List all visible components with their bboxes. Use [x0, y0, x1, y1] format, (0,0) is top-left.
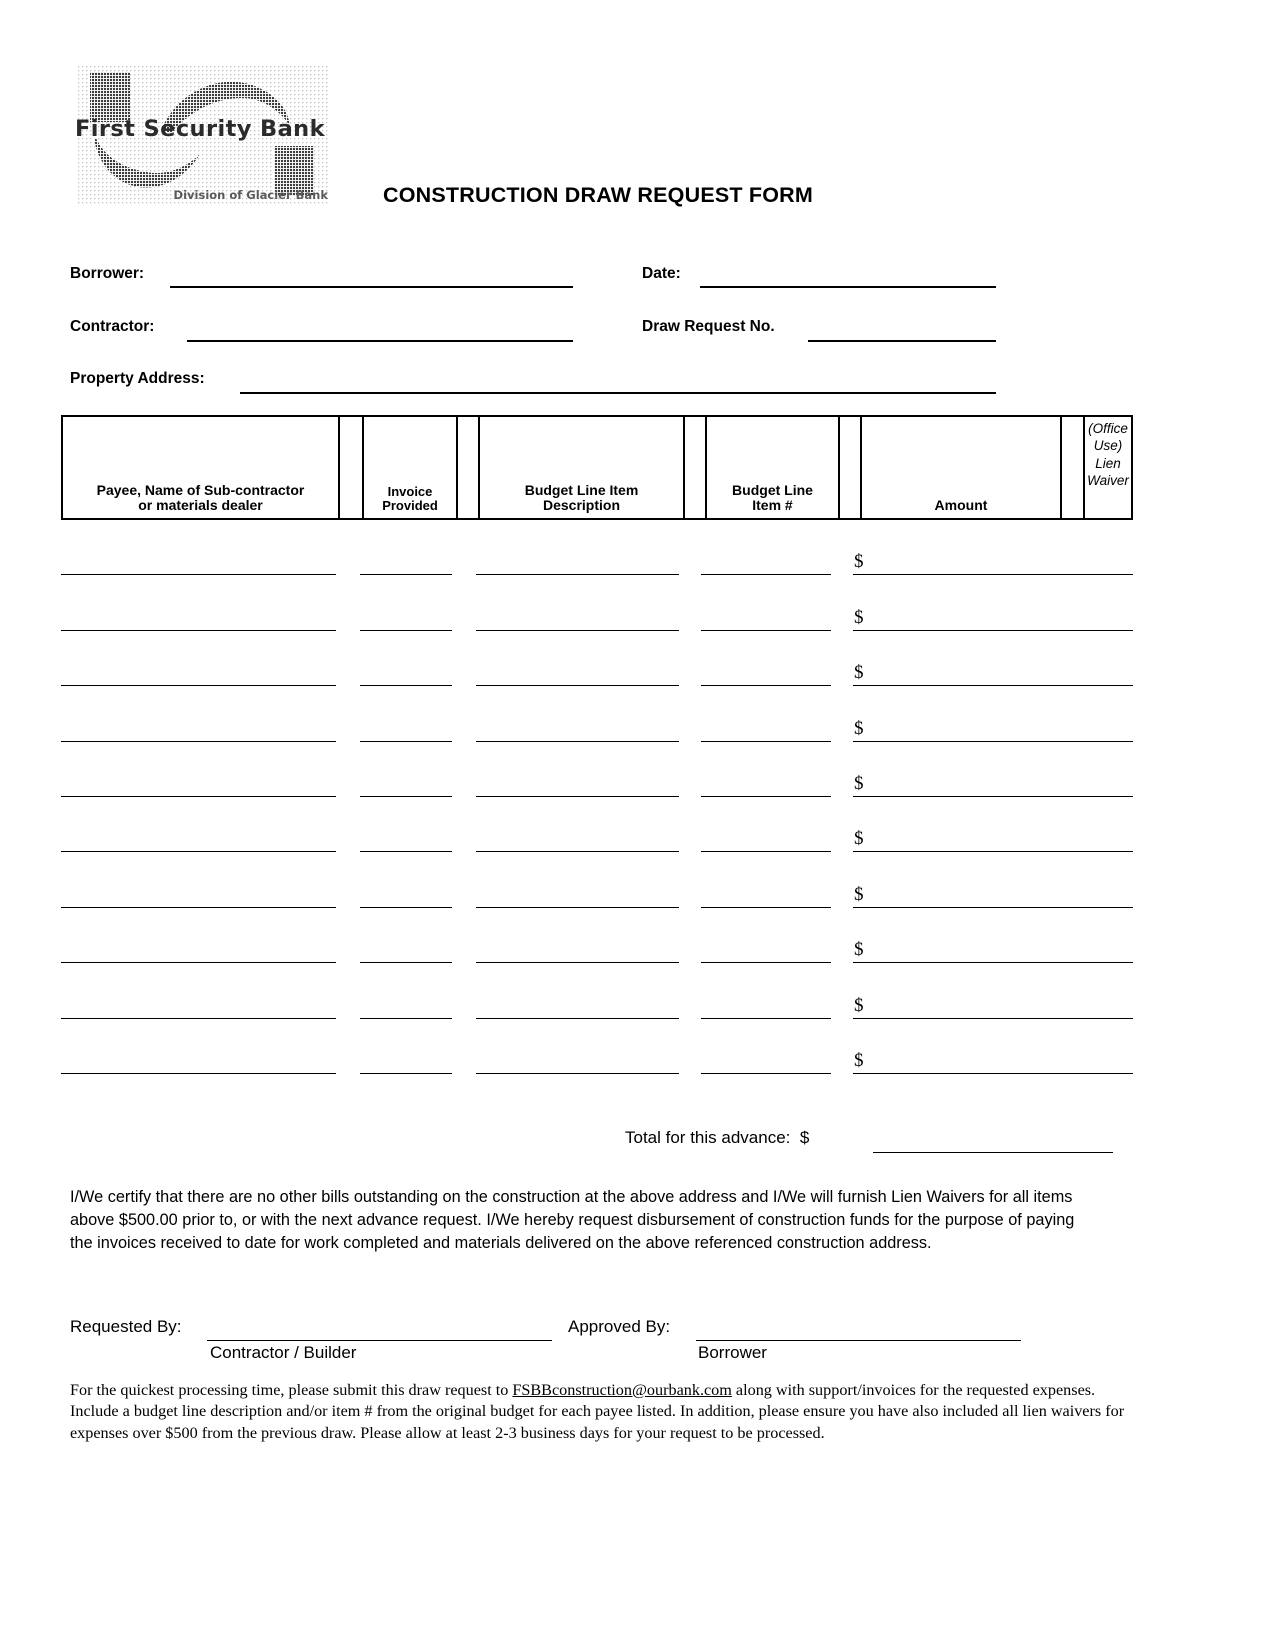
- logo-tagline: Division of Glacier Bank: [173, 188, 328, 202]
- th-spacer-2: [458, 417, 480, 518]
- table-row: $: [61, 852, 1133, 908]
- th-itemno-line1: Budget Line: [732, 481, 813, 498]
- th-spacer-1: [340, 417, 364, 518]
- total-amount-input[interactable]: [873, 1152, 1113, 1153]
- row-currency-symbol: $: [854, 772, 864, 794]
- row-lienwaiver-input[interactable]: [1049, 1072, 1133, 1074]
- row-description-input[interactable]: [476, 1072, 679, 1074]
- th-payee-line2: or materials dealer: [138, 497, 263, 514]
- requested-by-input[interactable]: [207, 1340, 552, 1341]
- draw-request-no-input[interactable]: [808, 340, 996, 342]
- total-label-text: Total for this advance:: [625, 1128, 791, 1147]
- submission-email[interactable]: FSBBconstruction@ourbank.com: [512, 1381, 732, 1399]
- requested-by-label: Requested By:: [70, 1317, 182, 1336]
- th-amount-label: Amount: [934, 497, 988, 514]
- th-desc-line2: Description: [542, 497, 620, 514]
- th-invoice-provided: Invoice Provided: [364, 417, 458, 518]
- row-currency-symbol: $: [854, 828, 864, 850]
- th-budget-line-item-description: Budget Line Item Description: [480, 417, 685, 518]
- certification-paragraph: I/We certify that there are no other bil…: [70, 1188, 1075, 1252]
- table-row: $: [61, 1019, 1133, 1074]
- th-payee-line1: Payee, Name of Sub-contractor: [96, 481, 305, 498]
- row-currency-symbol: $: [854, 994, 864, 1016]
- table-row: $: [61, 575, 1133, 631]
- table-row: $: [61, 797, 1133, 853]
- row-invoice-input[interactable]: [360, 1072, 452, 1074]
- row-amount-input[interactable]: [853, 1072, 1051, 1074]
- date-input[interactable]: [700, 286, 996, 288]
- total-currency-symbol: $: [799, 1128, 810, 1147]
- table-row: $: [61, 520, 1133, 576]
- th-spacer-5: [1062, 417, 1085, 518]
- th-invoice-line2: Provided: [382, 498, 438, 514]
- row-currency-symbol: $: [854, 662, 864, 684]
- th-office-line3: Lien: [1095, 455, 1121, 471]
- th-lien-waiver: (Office Use) Lien Waiver: [1085, 417, 1131, 518]
- th-amount: Amount: [862, 417, 1062, 518]
- th-desc-line1: Budget Line Item: [524, 481, 639, 498]
- th-budget-line-item-number: Budget Line Item #: [707, 417, 840, 518]
- draw-request-no-label: Draw Request No.: [642, 318, 775, 335]
- row-currency-symbol: $: [854, 551, 864, 573]
- page-title: CONSTRUCTION DRAW REQUEST FORM: [383, 183, 814, 207]
- approved-by-caption: Borrower: [698, 1343, 767, 1362]
- requested-by-caption: Contractor / Builder: [210, 1343, 357, 1362]
- approved-by-input[interactable]: [696, 1340, 1021, 1341]
- table-header: Payee, Name of Sub-contractor or materia…: [61, 415, 1133, 520]
- th-office-line1: (Office: [1088, 421, 1128, 436]
- borrower-input[interactable]: [170, 286, 573, 288]
- row-currency-symbol: $: [854, 717, 864, 739]
- th-office-line2: Use): [1093, 438, 1123, 454]
- th-office-line4: Waiver: [1087, 472, 1129, 488]
- bank-logo: First Security Bank Division of Glacier …: [74, 58, 332, 213]
- footer-part1: For the quickest processing time, please…: [70, 1381, 513, 1399]
- contractor-input[interactable]: [187, 340, 573, 342]
- logo-wordmark: First Security Bank: [75, 116, 325, 142]
- row-payee-input[interactable]: [61, 1072, 336, 1074]
- table-body: $ $ $ $ $ $ $ $ $ $: [61, 520, 1133, 1080]
- table-row: $: [61, 631, 1133, 687]
- table-row: $: [61, 742, 1133, 797]
- th-payee: Payee, Name of Sub-contractor or materia…: [63, 417, 340, 518]
- th-invoice-line1: Invoice: [387, 483, 433, 499]
- approved-by-label: Approved By:: [568, 1317, 671, 1336]
- borrower-label: Borrower:: [70, 265, 145, 282]
- table-row: $: [61, 686, 1133, 742]
- footer-instructions: For the quickest processing time, please…: [70, 1380, 1142, 1444]
- row-itemno-input[interactable]: [701, 1072, 831, 1074]
- row-currency-symbol: $: [854, 883, 864, 905]
- total-label: Total for this advance: $: [625, 1128, 809, 1148]
- property-address-label: Property Address:: [70, 370, 205, 387]
- row-currency-symbol: $: [854, 1049, 864, 1071]
- contractor-label: Contractor:: [70, 318, 155, 335]
- row-currency-symbol: $: [854, 606, 864, 628]
- th-itemno-line2: Item #: [752, 497, 793, 514]
- table-row: $: [61, 908, 1133, 964]
- th-spacer-3: [685, 417, 707, 518]
- table-row: $: [61, 963, 1133, 1019]
- date-label: Date:: [642, 265, 681, 282]
- th-spacer-4: [840, 417, 862, 518]
- row-currency-symbol: $: [854, 939, 864, 961]
- property-address-input[interactable]: [240, 392, 996, 394]
